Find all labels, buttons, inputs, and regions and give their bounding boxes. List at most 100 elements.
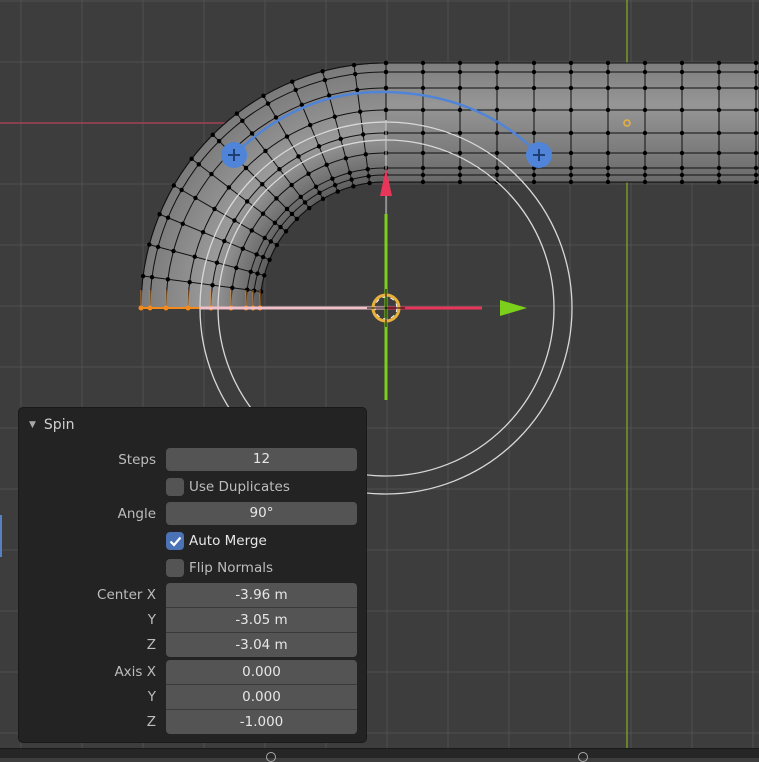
center-z-field[interactable]: -3.04 m [166, 633, 357, 657]
mesh-object[interactable] [139, 61, 759, 311]
mesh-vertex [754, 131, 758, 135]
mesh-vertex [250, 228, 254, 232]
mesh-vertex [643, 173, 647, 177]
axis-y-field[interactable]: 0.000 [166, 685, 357, 710]
mesh-vertex [754, 166, 758, 170]
mesh-vertex [717, 86, 721, 90]
center-x-field[interactable]: -3.96 m [166, 583, 357, 608]
mesh-vertex [303, 200, 307, 204]
use-duplicates-checkbox[interactable]: Use Duplicates [166, 477, 290, 497]
mesh-vertex [263, 236, 267, 240]
mesh-vertex [458, 173, 462, 177]
mesh-vertex [366, 174, 370, 178]
mesh-vertex [314, 185, 318, 189]
mesh-vertex [606, 180, 610, 184]
axis-x-row: Axis X 0.000 [19, 660, 368, 684]
steps-label: Steps [118, 448, 156, 472]
spin-operator-panel[interactable]: ▼ Spin Steps 12 Use Duplicates Angle 90°… [18, 407, 367, 743]
angle-row: Angle 90° [19, 502, 368, 526]
mesh-vertex [532, 70, 536, 74]
mesh-vertex [284, 229, 288, 233]
mesh-vertex [458, 151, 462, 155]
steps-row: Steps 12 [19, 448, 368, 472]
mesh-vertex [351, 184, 355, 188]
mesh-vertex [261, 94, 265, 98]
mesh-vertex [606, 166, 610, 170]
mesh-vertex [193, 255, 197, 259]
mesh-vertex [293, 88, 297, 92]
center-y-field[interactable]: -3.05 m [166, 608, 357, 633]
axis-x-field[interactable]: 0.000 [166, 660, 357, 685]
mesh-vertex [458, 180, 462, 184]
mesh-vertex [290, 212, 294, 216]
mesh-vertex [569, 61, 573, 65]
mesh-vertex [495, 86, 499, 90]
mesh-vertex [384, 108, 388, 112]
mesh-vertex [495, 70, 499, 74]
auto-merge-checkbox[interactable]: Auto Merge [166, 531, 267, 551]
mesh-vertex [166, 277, 170, 281]
panel-header[interactable]: ▼ Spin [29, 414, 74, 436]
angle-field[interactable]: 90° [166, 502, 357, 525]
mesh-vertex [717, 173, 721, 177]
mesh-vertex [308, 123, 312, 127]
mesh-vertex [643, 61, 647, 65]
mesh-vertex [643, 131, 647, 135]
mesh-vertex [193, 196, 197, 200]
collapse-triangle-icon[interactable]: ▼ [29, 420, 36, 430]
snap-icon[interactable] [266, 752, 276, 762]
mesh-vertex [532, 86, 536, 90]
mesh-vertex [260, 182, 264, 186]
mesh-vertex [320, 69, 324, 73]
mesh-vertex [421, 70, 425, 74]
axis-z-field[interactable]: -1.000 [166, 710, 357, 734]
mesh-vertex [290, 79, 294, 83]
mesh-vertex [172, 183, 176, 187]
mesh-vertex [569, 70, 573, 74]
mesh-vertex [353, 72, 357, 76]
mesh-vertex [754, 86, 758, 90]
mesh-vertex [156, 245, 160, 249]
mesh-vertex [606, 70, 610, 74]
mesh-vertex [181, 222, 185, 226]
mesh-vertex [643, 86, 647, 90]
mesh-vertex [227, 185, 231, 189]
mesh-vertex [211, 133, 215, 137]
mesh-vertex [680, 131, 684, 135]
mesh-vertex [643, 166, 647, 170]
mesh-vertex [217, 139, 221, 143]
sidebar-tab-edge[interactable] [0, 515, 2, 557]
mesh-vertex [267, 258, 271, 262]
flip-normals-checkbox[interactable]: Flip Normals [166, 558, 273, 578]
mesh-vertex [495, 108, 499, 112]
mesh-vertex [717, 151, 721, 155]
auto-merge-row: Auto Merge [19, 529, 368, 553]
mesh-vertex [421, 166, 425, 170]
mesh-vertex [244, 166, 248, 170]
shading-icon[interactable] [578, 752, 588, 762]
mesh-vertex [358, 109, 362, 113]
mesh-vertex [261, 255, 265, 259]
flip-normals-label: Flip Normals [189, 560, 273, 576]
checkbox-unchecked-icon[interactable] [166, 478, 184, 496]
mesh-vertex [569, 108, 573, 112]
mesh-vertex [157, 212, 161, 216]
mesh-vertex [680, 61, 684, 65]
steps-field[interactable]: 12 [166, 448, 357, 471]
mesh-vertex [266, 101, 270, 105]
mesh-vertex [324, 163, 328, 167]
arrow-right-icon [500, 300, 527, 316]
mesh-vertex [241, 246, 245, 250]
mesh-vertex [234, 266, 238, 270]
mesh-vertex [367, 181, 371, 185]
checkbox-checked-icon[interactable] [166, 532, 184, 550]
mesh-vertex [643, 108, 647, 112]
mesh-straight-section [386, 63, 759, 182]
mesh-vertex [235, 111, 239, 115]
center-x-label: Center X [97, 583, 156, 607]
mesh-vertex [532, 131, 536, 135]
mesh-vertex [317, 144, 321, 148]
panel-title: Spin [44, 417, 75, 433]
mesh-vertex [147, 242, 151, 246]
checkbox-unchecked-icon[interactable] [166, 559, 184, 577]
